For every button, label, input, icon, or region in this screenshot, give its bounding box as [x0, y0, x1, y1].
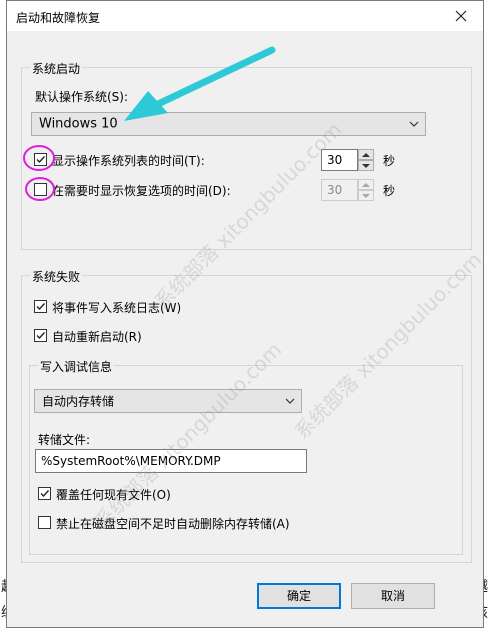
- auto-restart-label: 自动重新启动(R): [52, 330, 142, 344]
- spin-down-icon: [362, 194, 370, 198]
- close-button[interactable]: [439, 1, 483, 31]
- spin-up-icon: [362, 153, 370, 157]
- system-failure-group-label: 系统失败: [30, 268, 83, 285]
- disable-auto-delete-label: 禁止在磁盘空间不足时自动删除内存转储(A): [56, 517, 290, 531]
- show-os-list-checkbox[interactable]: [34, 153, 47, 166]
- show-recovery-seconds-value: 30: [327, 183, 343, 197]
- chevron-down-icon: [409, 121, 419, 127]
- system-startup-group-label: 系统启动: [30, 60, 83, 77]
- checkmark-icon: [40, 490, 50, 498]
- overwrite-label: 覆盖任何现有文件(O): [56, 488, 171, 502]
- write-event-label: 将事件写入系统日志(W): [52, 301, 182, 315]
- show-os-list-seconds-value: 30: [327, 153, 343, 167]
- checkmark-icon: [36, 332, 46, 340]
- checkmark-icon: [36, 156, 46, 164]
- show-os-list-spin-up[interactable]: [358, 149, 374, 160]
- chevron-down-icon: [285, 398, 295, 404]
- show-recovery-checkbox[interactable]: [34, 183, 47, 196]
- default-os-label: 默认操作系统(S):: [35, 90, 129, 104]
- show-os-list-label: 显示操作系统列表的时间(T):: [52, 154, 205, 168]
- show-recovery-label: 在需要时显示恢复选项的时间(D):: [52, 184, 231, 198]
- debug-info-group-label: 写入调试信息: [38, 358, 115, 375]
- show-os-list-seconds-input[interactable]: 30: [321, 149, 358, 171]
- default-os-value: Windows 10: [39, 116, 118, 132]
- debug-type-value: 自动内存转储: [42, 394, 115, 409]
- title-bar: 启动和故障恢复: [7, 1, 483, 31]
- dump-file-value: %SystemRoot%\MEMORY.DMP: [41, 454, 221, 468]
- close-icon: [455, 10, 467, 22]
- ok-button[interactable]: 确定: [257, 583, 341, 609]
- write-event-checkbox[interactable]: [34, 300, 47, 313]
- disable-auto-delete-checkbox[interactable]: [38, 516, 51, 529]
- show-os-list-unit: 秒: [383, 154, 396, 168]
- checkmark-icon: [36, 303, 46, 311]
- show-recovery-spin-down[interactable]: [358, 190, 374, 201]
- spin-down-icon: [362, 164, 370, 168]
- show-recovery-spin-up[interactable]: [358, 179, 374, 190]
- debug-type-select[interactable]: 自动内存转储: [34, 389, 302, 413]
- dump-file-input[interactable]: %SystemRoot%\MEMORY.DMP: [35, 449, 307, 473]
- show-recovery-seconds-input[interactable]: 30: [321, 179, 358, 201]
- default-os-select[interactable]: Windows 10: [31, 112, 426, 136]
- auto-restart-checkbox[interactable]: [34, 329, 47, 342]
- spin-up-icon: [362, 183, 370, 187]
- overwrite-checkbox[interactable]: [38, 487, 51, 500]
- dump-file-label: 转储文件:: [38, 433, 91, 447]
- show-recovery-unit: 秒: [383, 184, 396, 198]
- show-os-list-spin-down[interactable]: [358, 160, 374, 171]
- startup-recovery-dialog: 启动和故障恢复 系统启动 默认操作系统(S): Windows 10 显示操作系…: [6, 0, 484, 628]
- window-title: 启动和故障恢复: [16, 11, 101, 25]
- cancel-button[interactable]: 取消: [351, 583, 435, 609]
